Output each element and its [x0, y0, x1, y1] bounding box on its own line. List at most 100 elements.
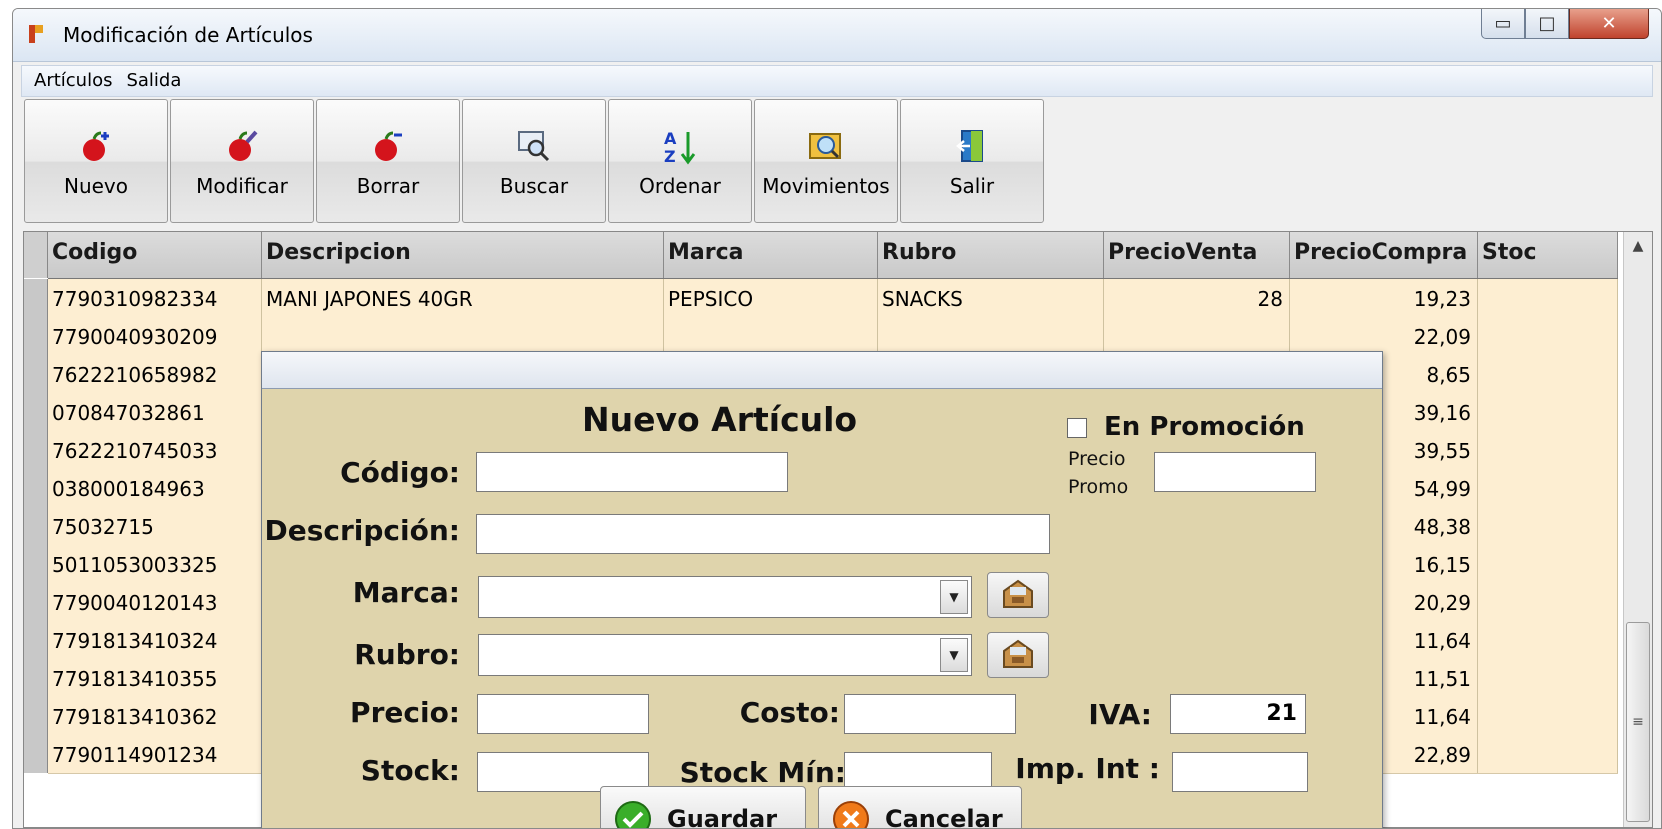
table-cell[interactable]: [664, 317, 878, 355]
column-header-rubro[interactable]: Rubro: [878, 232, 1104, 278]
movimientos-button[interactable]: Movimientos: [754, 99, 898, 223]
grid-header: Codigo Descripcion Marca Rubro PrecioVen…: [48, 232, 1618, 279]
table-cell[interactable]: [1478, 507, 1618, 545]
table-cell[interactable]: [1478, 697, 1618, 735]
table-cell[interactable]: 7622210658982: [48, 355, 262, 393]
table-cell[interactable]: [262, 317, 664, 355]
row-indicator[interactable]: [24, 545, 48, 583]
menu-salida[interactable]: Salida: [120, 66, 189, 91]
svg-text:Z: Z: [664, 147, 676, 166]
ordenar-button[interactable]: AZ Ordenar: [608, 99, 752, 223]
nuevo-articulo-dialog: Nuevo Artículo En Promoción Precio Promo…: [261, 351, 1383, 828]
menu-articulos[interactable]: Artículos: [22, 66, 120, 91]
modificar-button[interactable]: Modificar: [170, 99, 314, 223]
salir-button[interactable]: Salir: [900, 99, 1044, 223]
costo-label: Costo:: [739, 696, 840, 729]
table-cell[interactable]: [1478, 659, 1618, 697]
table-cell[interactable]: SNACKS: [878, 279, 1104, 317]
column-header-codigo[interactable]: Codigo: [48, 232, 262, 278]
marca-catalog-button[interactable]: [987, 572, 1049, 618]
column-header-preciocompra[interactable]: PrecioCompra: [1290, 232, 1478, 278]
table-cell[interactable]: [1478, 545, 1618, 583]
row-indicator[interactable]: [24, 431, 48, 469]
app-icon: [29, 25, 43, 43]
cancelar-button[interactable]: Cancelar: [818, 786, 1022, 828]
table-cell[interactable]: 7790114901234: [48, 735, 262, 773]
table-cell[interactable]: [1478, 621, 1618, 659]
codigo-label: Código:: [340, 456, 460, 489]
iva-input[interactable]: 21: [1170, 694, 1306, 734]
table-cell[interactable]: [1478, 279, 1618, 317]
maximize-button[interactable]: □: [1525, 9, 1569, 39]
row-indicator[interactable]: [24, 469, 48, 507]
promo-checkbox[interactable]: [1067, 418, 1087, 438]
table-row[interactable]: 7790310982334 MANI JAPONES 40GR PEPSICO SNA…: [48, 279, 1618, 318]
buscar-button[interactable]: Buscar: [462, 99, 606, 223]
chevron-down-icon[interactable]: ▼: [940, 638, 968, 672]
table-cell[interactable]: 28: [1104, 279, 1290, 317]
table-cell[interactable]: 7790040120143: [48, 583, 262, 621]
codigo-input[interactable]: [476, 452, 788, 492]
precio-promo-input[interactable]: [1154, 452, 1316, 492]
row-indicator[interactable]: [24, 355, 48, 393]
row-indicator[interactable]: [24, 393, 48, 431]
table-cell[interactable]: [1478, 393, 1618, 431]
table-cell[interactable]: 7791813410324: [48, 621, 262, 659]
table-cell[interactable]: 7622210745033: [48, 431, 262, 469]
table-cell[interactable]: [1478, 469, 1618, 507]
borrar-button[interactable]: Borrar: [316, 99, 460, 223]
table-cell[interactable]: [1104, 317, 1290, 355]
table-cell[interactable]: [1478, 317, 1618, 355]
table-cell[interactable]: 7790040930209: [48, 317, 262, 355]
table-cell[interactable]: MANI JAPONES 40GR: [262, 279, 664, 317]
table-cell[interactable]: 7791813410355: [48, 659, 262, 697]
row-indicator[interactable]: [24, 279, 48, 317]
table-cell[interactable]: 5011053003325: [48, 545, 262, 583]
row-indicator[interactable]: [24, 659, 48, 697]
table-cell[interactable]: [1478, 735, 1618, 773]
table-cell[interactable]: PEPSICO: [664, 279, 878, 317]
column-header-precioventa[interactable]: PrecioVenta: [1104, 232, 1290, 278]
imp-int-input[interactable]: [1172, 752, 1308, 792]
table-cell[interactable]: 070847032861: [48, 393, 262, 431]
modificar-label: Modificar: [196, 174, 288, 198]
rubro-select[interactable]: ▼: [478, 634, 972, 676]
descripcion-input[interactable]: [476, 514, 1050, 554]
marca-select[interactable]: ▼: [478, 576, 972, 618]
scrollbar-thumb[interactable]: ≡: [1626, 622, 1650, 822]
vertical-scrollbar[interactable]: ▲ ≡: [1623, 232, 1652, 827]
row-indicator[interactable]: [24, 735, 48, 773]
table-cell[interactable]: [878, 317, 1104, 355]
column-header-descripcion[interactable]: Descripcion: [262, 232, 664, 278]
dialog-title-bar[interactable]: [262, 352, 1382, 389]
nuevo-button[interactable]: Nuevo: [24, 99, 168, 223]
chevron-down-icon[interactable]: ▼: [940, 580, 968, 614]
costo-input[interactable]: [844, 694, 1016, 734]
title-bar[interactable]: Modificación de Artículos ▭ □ ✕: [13, 9, 1661, 62]
guardar-button[interactable]: Guardar: [600, 786, 806, 828]
precio-input[interactable]: [477, 694, 649, 734]
column-header-stock[interactable]: Stoc: [1478, 232, 1618, 278]
minimize-button[interactable]: ▭: [1481, 9, 1525, 39]
column-header-marca[interactable]: Marca: [664, 232, 878, 278]
table-cell[interactable]: 22,09: [1290, 317, 1478, 355]
stock-label: Stock:: [360, 754, 460, 787]
scroll-up-arrow-icon[interactable]: ▲: [1624, 232, 1652, 260]
table-cell[interactable]: [1478, 355, 1618, 393]
table-cell[interactable]: 7790310982334: [48, 279, 262, 317]
table-cell[interactable]: 7791813410362: [48, 697, 262, 735]
table-cell[interactable]: 19,23: [1290, 279, 1478, 317]
row-indicator[interactable]: [24, 583, 48, 621]
rubro-catalog-button[interactable]: [987, 632, 1049, 678]
close-icon: ✕: [1601, 13, 1617, 34]
table-cell[interactable]: 75032715: [48, 507, 262, 545]
row-indicator[interactable]: [24, 507, 48, 545]
table-cell[interactable]: [1478, 431, 1618, 469]
row-indicator[interactable]: [24, 621, 48, 659]
row-indicator[interactable]: [24, 317, 48, 355]
close-button[interactable]: ✕: [1569, 9, 1649, 39]
row-indicator[interactable]: [24, 697, 48, 735]
table-cell[interactable]: [1478, 583, 1618, 621]
promo-label: En Promoción: [1104, 412, 1305, 442]
table-cell[interactable]: 038000184963: [48, 469, 262, 507]
